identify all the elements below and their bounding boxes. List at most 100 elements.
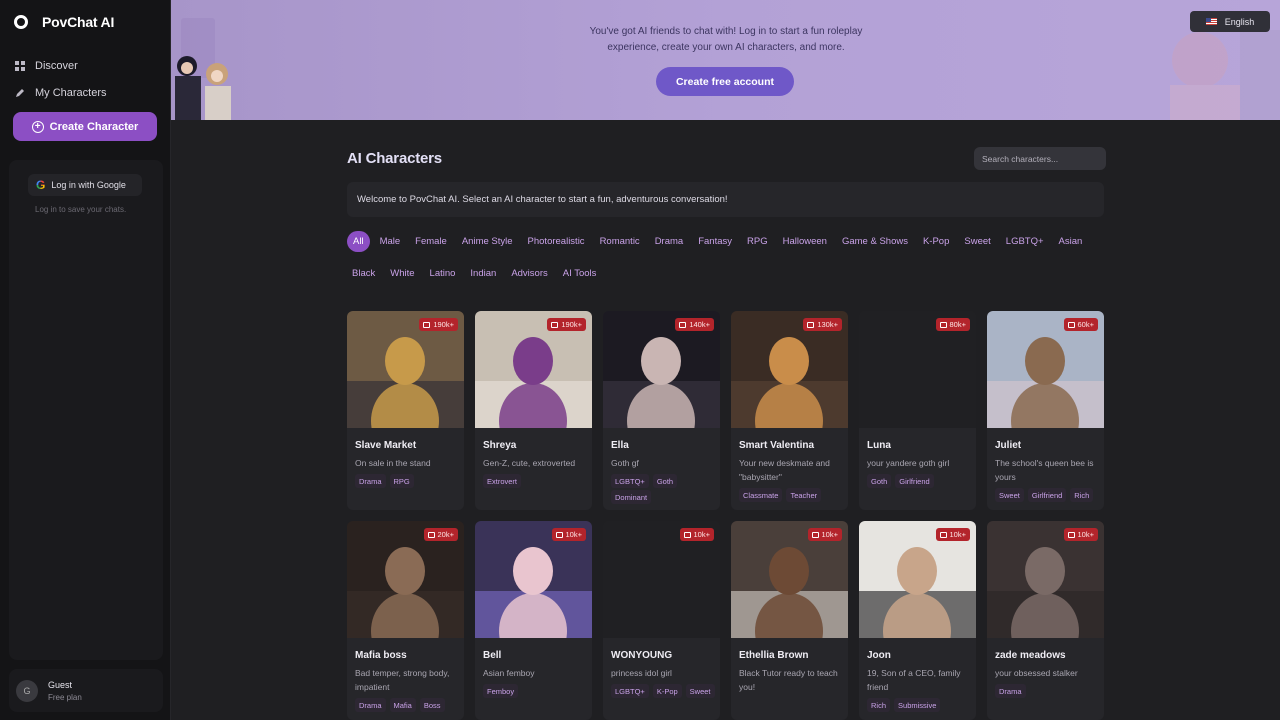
chat-count: 190k+ bbox=[561, 320, 582, 329]
filter-chip[interactable]: Indian bbox=[465, 263, 501, 284]
filter-chip[interactable]: Drama bbox=[650, 231, 689, 252]
tag: Rich bbox=[867, 698, 891, 712]
character-tags: Extrovert bbox=[483, 474, 592, 488]
chat-bubble-icon bbox=[939, 321, 947, 328]
character-card[interactable]: 10k+ Joon 19, Son of a CEO, family friend R… bbox=[859, 521, 976, 720]
filter-chip[interactable]: Asian bbox=[1054, 231, 1088, 252]
google-login-label: Log in with Google bbox=[51, 180, 126, 190]
character-image: 190k+ bbox=[347, 311, 464, 428]
chat-count-badge: 80k+ bbox=[935, 318, 970, 331]
user-profile[interactable]: G Guest Free plan bbox=[9, 669, 163, 712]
sidebar-item-my-characters[interactable]: My Characters bbox=[14, 79, 164, 106]
filter-chip[interactable]: Anime Style bbox=[457, 231, 518, 252]
character-card[interactable]: 140k+ Ella Goth gf LGBTQ+ Goth Dominant bbox=[603, 311, 720, 510]
chat-count-badge: 20k+ bbox=[423, 528, 458, 541]
character-image: 60k+ bbox=[987, 311, 1104, 428]
banner-line-2: experience, create your own AI character… bbox=[607, 42, 845, 53]
language-selector[interactable]: English bbox=[1190, 11, 1270, 32]
character-card[interactable]: 60k+ Juliet The school's queen bee is your… bbox=[987, 311, 1104, 510]
character-description: Asian femboy bbox=[483, 668, 535, 678]
filter-chip[interactable]: Advisors bbox=[506, 263, 552, 284]
create-character-button[interactable]: + Create Character bbox=[13, 112, 157, 141]
character-image: 10k+ bbox=[859, 521, 976, 638]
tag: Sweet bbox=[685, 684, 715, 698]
character-card[interactable]: 10k+ WONYOUNG princess idol girl LGBTQ+ K-Po… bbox=[603, 521, 720, 720]
character-card[interactable]: 10k+ Bell Asian femboy Femboy bbox=[475, 521, 592, 720]
user-name: Guest bbox=[48, 679, 73, 690]
chat-count: 20k+ bbox=[437, 530, 454, 539]
chat-count: 80k+ bbox=[949, 320, 966, 329]
filter-chip[interactable]: Halloween bbox=[778, 231, 832, 252]
character-image: 20k+ bbox=[347, 521, 464, 638]
chat-bubble-icon bbox=[811, 531, 819, 538]
character-tags: Drama Mafia Boss bbox=[355, 698, 464, 712]
create-account-button[interactable]: Create free account bbox=[656, 67, 794, 96]
filter-chip[interactable]: AI Tools bbox=[558, 263, 602, 284]
tag: Goth bbox=[867, 474, 892, 488]
chat-bubble-icon bbox=[683, 531, 691, 538]
promo-banner: You've got AI friends to chat with! Log … bbox=[171, 0, 1280, 120]
chat-count: 130k+ bbox=[817, 320, 838, 329]
chat-bubble-icon bbox=[423, 321, 431, 328]
chat-count-badge: 130k+ bbox=[803, 318, 842, 331]
character-name: Ethellia Brown bbox=[739, 650, 809, 661]
filter-chip[interactable]: Black bbox=[347, 263, 380, 284]
character-card[interactable]: 10k+ Ethellia Brown Black Tutor ready to t… bbox=[731, 521, 848, 720]
google-login-button[interactable]: G Log in with Google bbox=[28, 174, 142, 196]
character-image: 130k+ bbox=[731, 311, 848, 428]
chat-bubble-icon bbox=[939, 531, 947, 538]
character-card[interactable]: 190k+ Slave Market On sale in the stand Dra… bbox=[347, 311, 464, 510]
character-description: 19, Son of a CEO, family friend bbox=[867, 668, 961, 692]
character-card[interactable]: 20k+ Mafia boss Bad temper, strong body, i… bbox=[347, 521, 464, 720]
character-name: WONYOUNG bbox=[611, 650, 673, 661]
tag: K-Pop bbox=[652, 684, 682, 698]
filter-chip[interactable]: Game & Shows bbox=[837, 231, 913, 252]
character-description: Goth gf bbox=[611, 458, 639, 468]
chat-count: 10k+ bbox=[1077, 530, 1094, 539]
filter-chip[interactable]: K-Pop bbox=[918, 231, 954, 252]
character-name: Smart Valentina bbox=[739, 440, 815, 451]
filter-chip[interactable]: Male bbox=[375, 231, 406, 252]
filter-chip[interactable]: LGBTQ+ bbox=[1001, 231, 1049, 252]
tag: Sweet bbox=[995, 488, 1024, 502]
tag: Extrovert bbox=[483, 474, 522, 488]
search-input[interactable] bbox=[974, 147, 1106, 170]
banner-message: You've got AI friends to chat with! Log … bbox=[551, 24, 901, 56]
filter-chip[interactable]: Sweet bbox=[959, 231, 995, 252]
banner-line-1: You've got AI friends to chat with! Log … bbox=[589, 26, 863, 37]
tag: LGBTQ+ bbox=[611, 474, 649, 488]
character-image: 190k+ bbox=[475, 311, 592, 428]
filter-chip[interactable]: Photorealistic bbox=[523, 231, 590, 252]
chat-bubble-icon bbox=[551, 321, 559, 328]
chat-count: 10k+ bbox=[821, 530, 838, 539]
character-image: 140k+ bbox=[603, 311, 720, 428]
chat-bubble-icon bbox=[555, 531, 563, 538]
brand[interactable]: PovChat AI bbox=[14, 14, 114, 30]
filter-chip[interactable]: Romantic bbox=[595, 231, 645, 252]
character-tags: Sweet Girlfriend Rich bbox=[995, 488, 1104, 502]
filter-chip[interactable]: Female bbox=[410, 231, 452, 252]
chat-bubble-icon bbox=[679, 321, 687, 328]
character-image: 10k+ bbox=[731, 521, 848, 638]
tag: Drama bbox=[355, 698, 386, 712]
character-card[interactable]: 10k+ zade meadows your obsessed stalker Dra… bbox=[987, 521, 1104, 720]
character-image: 10k+ bbox=[603, 521, 720, 638]
tag: Submissive bbox=[894, 698, 941, 712]
tag: Dominant bbox=[611, 490, 652, 504]
filter-chip[interactable]: Latino bbox=[425, 263, 461, 284]
character-description: Gen-Z, cute, extroverted bbox=[483, 458, 576, 468]
filter-chip[interactable]: White bbox=[385, 263, 419, 284]
avatar: G bbox=[16, 679, 38, 702]
tag: Femboy bbox=[483, 684, 519, 698]
character-card[interactable]: 80k+ Luna your yandere goth girl Goth Girlfr… bbox=[859, 311, 976, 510]
character-tags: Classmate Teacher bbox=[739, 488, 848, 502]
login-note: Log in to save your chats. bbox=[35, 205, 127, 214]
character-card[interactable]: 190k+ Shreya Gen-Z, cute, extroverted Extro… bbox=[475, 311, 592, 510]
sidebar-item-discover[interactable]: Discover bbox=[14, 52, 164, 79]
filter-chip[interactable]: Fantasy bbox=[693, 231, 737, 252]
character-card[interactable]: 130k+ Smart Valentina Your new deskmate an… bbox=[731, 311, 848, 510]
character-description: On sale in the stand bbox=[355, 458, 431, 468]
language-label: English bbox=[1224, 16, 1255, 27]
filter-chip[interactable]: RPG bbox=[742, 231, 773, 252]
filter-chip[interactable]: All bbox=[347, 231, 370, 252]
